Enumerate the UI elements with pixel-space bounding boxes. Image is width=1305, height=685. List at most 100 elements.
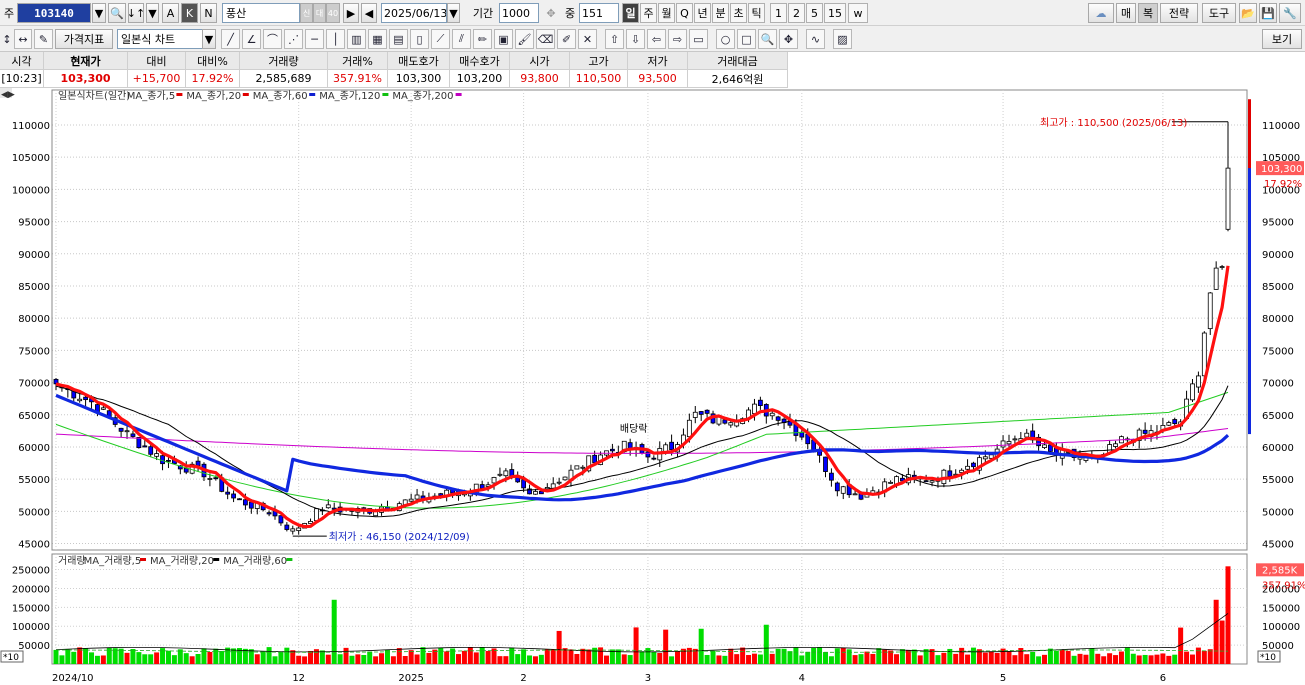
period-second[interactable]: 초: [730, 3, 747, 23]
chart-type-dropdown[interactable]: ▼: [202, 29, 216, 49]
arc-tool[interactable]: ⌒: [263, 29, 282, 49]
interval-5[interactable]: 5: [806, 3, 823, 23]
next-button[interactable]: ▶: [343, 3, 359, 23]
candle-body: [195, 460, 201, 467]
candle-body: [1024, 432, 1030, 438]
letter-n-button[interactable]: N: [200, 3, 217, 23]
volume-bar: [65, 649, 71, 664]
chart-type-select[interactable]: 일본식 차트: [117, 29, 203, 49]
interval-2[interactable]: 2: [788, 3, 805, 23]
up-icon[interactable]: ⇧: [605, 29, 624, 49]
candle-body: [83, 396, 88, 401]
sort-button[interactable]: ↓↑: [128, 3, 144, 23]
prev-button[interactable]: ◀: [361, 3, 377, 23]
multi-button[interactable]: 복: [1138, 3, 1158, 23]
stock-name-field[interactable]: 풍산: [222, 3, 300, 23]
updown-arrow-icon[interactable]: ↕: [1, 29, 13, 49]
code-dropdown-button[interactable]: ▼: [92, 3, 106, 23]
eraser-tool[interactable]: ⌫: [536, 29, 555, 49]
quote-header-9: 고가: [570, 52, 628, 70]
wave-tool[interactable]: ∿: [806, 29, 825, 49]
parallel-tool[interactable]: ⫽: [452, 29, 471, 49]
volume-bar: [308, 650, 314, 664]
indicator-button[interactable]: 가격지표: [55, 29, 113, 49]
circle-tool[interactable]: ○: [716, 29, 735, 49]
search-button[interactable]: 🔍: [108, 3, 126, 23]
bars-tool[interactable]: ▯: [410, 29, 429, 49]
fan-tool[interactable]: ⋰: [284, 29, 303, 49]
candle-body: [722, 419, 728, 424]
strategy-button[interactable]: 전략: [1160, 3, 1198, 23]
volume-bar: [722, 655, 728, 664]
delete-tool[interactable]: ✕: [578, 29, 597, 49]
period-month[interactable]: 월: [658, 3, 675, 23]
volume-bar: [242, 648, 248, 664]
stock-code-input[interactable]: 103140: [17, 3, 91, 23]
letter-k-button[interactable]: K: [181, 3, 198, 23]
candle-body: [266, 512, 272, 515]
settings-button[interactable]: 🔧: [1279, 3, 1301, 23]
date-dropdown-button[interactable]: ▼: [447, 3, 460, 23]
color-tool[interactable]: ▣: [494, 29, 513, 49]
volume-bar: [1207, 649, 1213, 664]
dividend-annotation: 배당락: [620, 423, 648, 435]
view-button[interactable]: 보기: [1262, 29, 1302, 49]
period-quarter[interactable]: Q: [676, 3, 693, 23]
x-tick-label: 3: [645, 673, 651, 684]
tools-button[interactable]: 도구: [1202, 3, 1236, 23]
edit-icon[interactable]: ✎: [34, 29, 53, 49]
volume-bar: [899, 649, 905, 664]
trend-tool[interactable]: ⟋: [431, 29, 450, 49]
angle-tool[interactable]: ∠: [242, 29, 261, 49]
candle-body: [834, 482, 840, 492]
period-tick[interactable]: 틱: [748, 3, 765, 23]
brush-tool[interactable]: 🖌: [515, 29, 534, 49]
volume-bar: [858, 654, 864, 664]
date-field[interactable]: 2025/06/13: [381, 3, 447, 23]
volume-bar: [349, 655, 355, 664]
grid-tool[interactable]: ▥: [347, 29, 366, 49]
edit-tool[interactable]: ✐: [557, 29, 576, 49]
volume-bar: [1101, 656, 1107, 664]
pencil-tool[interactable]: ✏: [473, 29, 492, 49]
volume-bar: [325, 654, 331, 664]
table-tool[interactable]: ▤: [389, 29, 408, 49]
right-icon[interactable]: ⇨: [668, 29, 687, 49]
interval-1[interactable]: 1: [770, 3, 787, 23]
cursor-tool[interactable]: ✥: [779, 29, 798, 49]
volume-bar: [373, 656, 379, 664]
vline-tool[interactable]: │: [326, 29, 345, 49]
rect-tool[interactable]: □: [737, 29, 756, 49]
image-tool[interactable]: ▨: [833, 29, 852, 49]
volume-bar: [379, 653, 385, 664]
period-day[interactable]: 일: [622, 3, 639, 23]
letter-a-button[interactable]: A: [162, 3, 179, 23]
open-folder-button[interactable]: 📂: [1239, 3, 1257, 23]
line-tool[interactable]: ╱: [221, 29, 240, 49]
spin-icon[interactable]: ✥: [541, 3, 561, 23]
interval-15[interactable]: 15: [824, 3, 846, 23]
volume-unit-left: *10: [3, 653, 19, 663]
period-year[interactable]: 년: [694, 3, 711, 23]
volume-bar: [207, 651, 213, 664]
leftright-arrow-icon[interactable]: ↔: [14, 29, 32, 49]
period-week[interactable]: 주: [640, 3, 657, 23]
left-icon[interactable]: ⇦: [647, 29, 666, 49]
grid2-tool[interactable]: ▦: [368, 29, 387, 49]
period-minute[interactable]: 분: [712, 3, 729, 23]
price-chart[interactable]: ◀▶ 45000 45000 50000 50000 55000 55000 60000 600…: [0, 88, 1305, 685]
down-icon[interactable]: ⇩: [626, 29, 645, 49]
trade-button[interactable]: 매: [1116, 3, 1136, 23]
volume-bar: [148, 654, 154, 664]
save-button[interactable]: 💾: [1259, 3, 1277, 23]
cloud-button[interactable]: ☁: [1088, 3, 1114, 23]
zoom-tool[interactable]: 🔍: [758, 29, 777, 49]
doc-icon[interactable]: ▭: [689, 29, 708, 49]
hline-tool[interactable]: ─: [305, 29, 324, 49]
count-input[interactable]: 151: [579, 3, 619, 23]
period-input[interactable]: 1000: [499, 3, 539, 23]
chart-options-button[interactable]: w: [848, 3, 868, 23]
volume-bar: [1095, 653, 1101, 664]
sort-dropdown-button[interactable]: ▼: [146, 3, 159, 23]
price-tick-left: 50000: [18, 507, 50, 518]
